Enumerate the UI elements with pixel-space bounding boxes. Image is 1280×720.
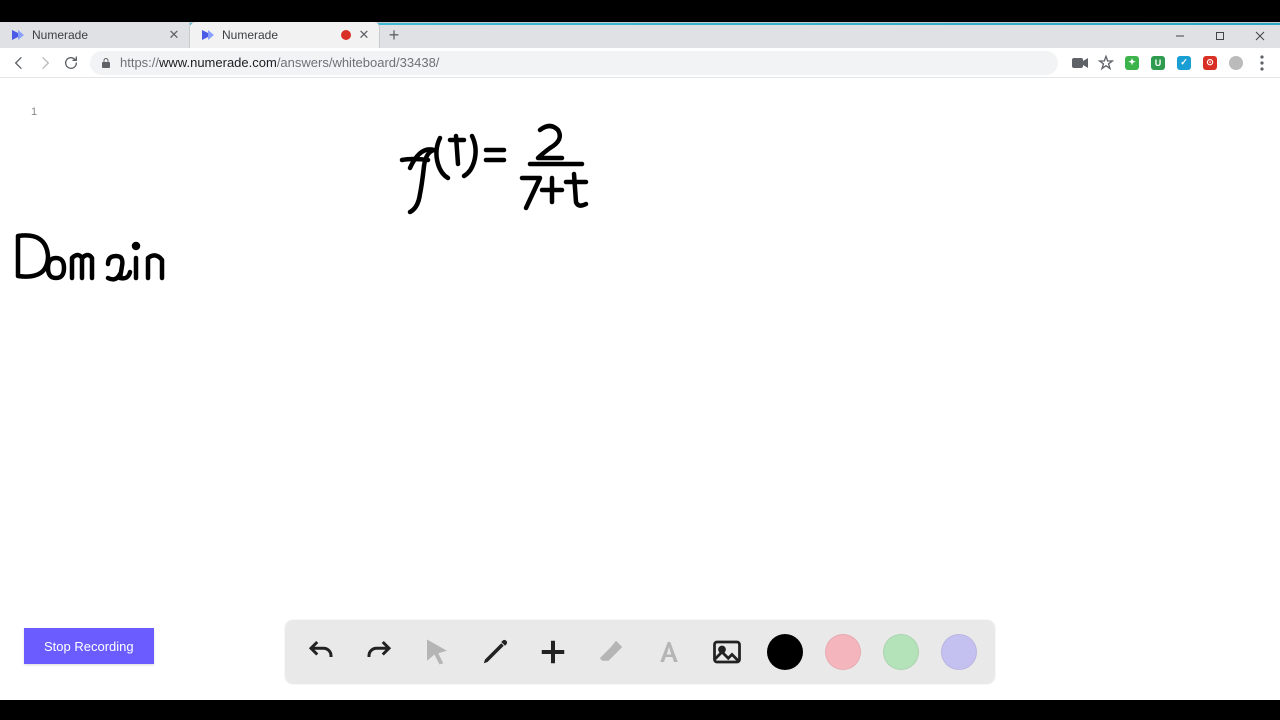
tab-close-button[interactable]: ✕	[167, 28, 181, 42]
extension-icons: ✦ U ✓ ⊙	[1068, 51, 1274, 75]
undo-button[interactable]	[303, 634, 339, 670]
url-text: https://www.numerade.com/answers/whitebo…	[120, 55, 439, 70]
browser-tab-0[interactable]: Numerade ✕	[0, 22, 190, 48]
letterbox-top	[0, 0, 1280, 22]
window-minimize-button[interactable]	[1160, 23, 1200, 49]
pen-tool-button[interactable]	[477, 634, 513, 670]
recording-indicator-icon	[341, 30, 351, 40]
extension-3-icon[interactable]: ✓	[1172, 51, 1196, 75]
window-close-button[interactable]	[1240, 23, 1280, 49]
numerade-favicon-icon	[200, 28, 214, 42]
color-swatch-purple[interactable]	[941, 634, 977, 670]
camera-icon[interactable]	[1068, 51, 1092, 75]
redo-button[interactable]	[361, 634, 397, 670]
reload-button[interactable]	[58, 50, 84, 76]
window-maximize-button[interactable]	[1200, 23, 1240, 49]
eraser-tool-button[interactable]	[593, 634, 629, 670]
tab-title: Numerade	[32, 28, 167, 42]
extension-1-icon[interactable]: ✦	[1120, 51, 1144, 75]
color-swatch-black[interactable]	[767, 634, 803, 670]
image-tool-button[interactable]	[709, 634, 745, 670]
browser-tab-1[interactable]: Numerade ✕	[190, 22, 380, 48]
extension-4-icon[interactable]: ⊙	[1198, 51, 1222, 75]
handwriting-layer	[0, 78, 1280, 700]
chrome-menu-button[interactable]	[1250, 51, 1274, 75]
back-button[interactable]	[6, 50, 32, 76]
numerade-favicon-icon	[10, 28, 24, 42]
letterbox-bottom	[0, 700, 1280, 720]
text-tool-button[interactable]	[651, 634, 687, 670]
pointer-tool-button[interactable]	[419, 634, 455, 670]
extension-2-icon[interactable]: U	[1146, 51, 1170, 75]
color-swatch-pink[interactable]	[825, 634, 861, 670]
tab-bar: Numerade ✕ Numerade ✕ +	[0, 22, 1280, 48]
url-input[interactable]: https://www.numerade.com/answers/whitebo…	[90, 51, 1058, 75]
color-swatch-green[interactable]	[883, 634, 919, 670]
tab-close-button[interactable]: ✕	[357, 28, 371, 42]
forward-button[interactable]	[32, 50, 58, 76]
bookmark-star-icon[interactable]	[1094, 51, 1118, 75]
lock-icon	[100, 57, 112, 69]
whiteboard-toolbar	[285, 620, 995, 684]
whiteboard-canvas[interactable]: 1	[0, 78, 1280, 700]
address-bar: https://www.numerade.com/answers/whitebo…	[0, 48, 1280, 78]
profile-avatar-icon[interactable]	[1224, 51, 1248, 75]
new-tab-button[interactable]: +	[380, 22, 408, 48]
add-tool-button[interactable]	[535, 634, 571, 670]
stop-recording-button[interactable]: Stop Recording	[24, 628, 154, 664]
browser-chrome: Numerade ✕ Numerade ✕ +	[0, 22, 1280, 700]
window-controls	[1160, 23, 1280, 49]
tab-title: Numerade	[222, 28, 341, 42]
